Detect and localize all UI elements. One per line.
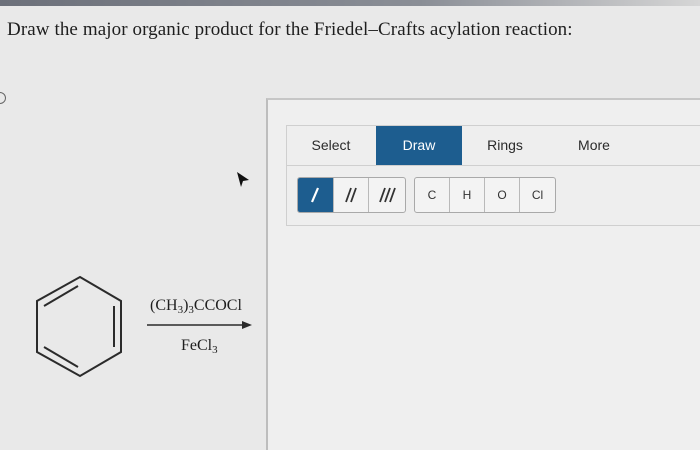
bond-tool-group [297, 177, 406, 213]
atom-button-carbon[interactable]: C [415, 178, 450, 212]
double-bond-button[interactable] [334, 178, 370, 212]
reagent-catalyst: FeCl3 [181, 337, 218, 356]
reagent-acyl-chloride: (CH3)3CCOCl [150, 297, 242, 316]
atom-button-hydrogen[interactable]: H [450, 178, 485, 212]
atom-button-chlorine[interactable]: Cl [520, 178, 555, 212]
tab-rings[interactable]: Rings [462, 126, 548, 164]
single-bond-icon [311, 187, 320, 203]
triple-bond-button[interactable] [369, 178, 405, 212]
tab-draw[interactable]: Draw [376, 126, 462, 165]
toolbar-tabs: Select Draw Rings More [287, 126, 700, 166]
single-bond-button[interactable] [298, 178, 334, 212]
reaction-arrow [147, 321, 252, 329]
tab-more[interactable]: More [549, 126, 639, 164]
atom-button-oxygen[interactable]: O [485, 178, 520, 212]
cursor-pointer-icon [237, 172, 249, 187]
double-bond-icon [345, 187, 357, 203]
atom-tool-group: C H O Cl [414, 177, 556, 213]
drawing-toolbar: Select Draw Rings More C H O Cl [286, 125, 700, 226]
benzene-ring [36, 275, 122, 378]
tab-select[interactable]: Select [287, 126, 375, 164]
triple-bond-icon [379, 187, 396, 203]
